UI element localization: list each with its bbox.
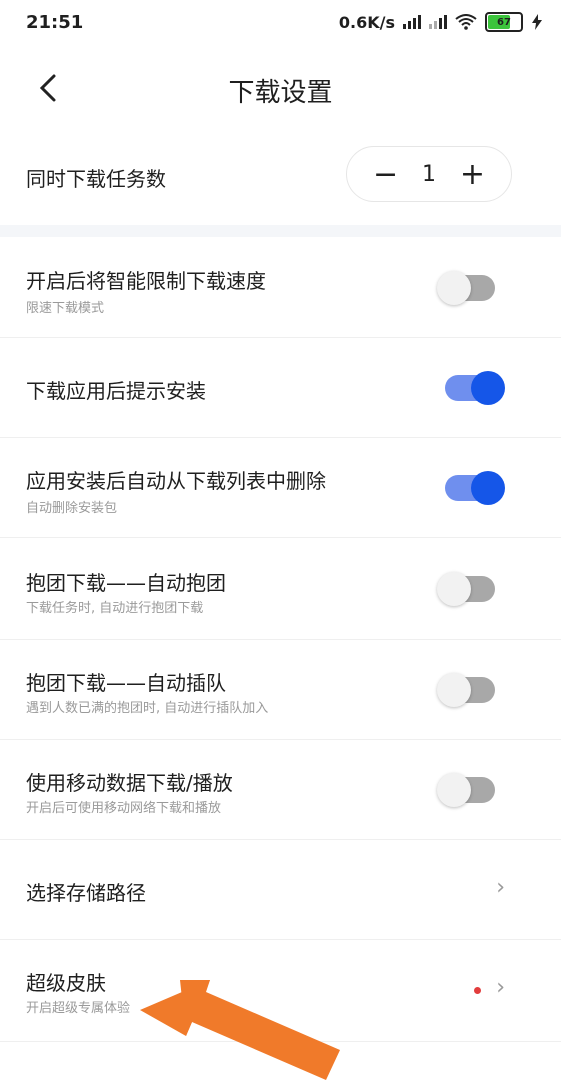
chevron-right-icon: › xyxy=(496,875,505,900)
annotation-arrow-icon xyxy=(140,980,340,1080)
setting-speed-limit[interactable]: 开启后将智能限制下载速度 限速下载模式 xyxy=(0,237,561,338)
status-bar: 21:51 0.6K/s 67 xyxy=(0,0,561,48)
task-count-label: 同时下载任务数 xyxy=(26,167,166,191)
setting-sublabel: 限速下载模式 xyxy=(26,301,105,316)
section-divider xyxy=(0,225,561,237)
setting-group-download[interactable]: 抱团下载——自动抱团 下载任务时, 自动进行抱团下载 xyxy=(0,537,561,640)
new-badge-dot xyxy=(474,987,481,994)
setting-label: 下载应用后提示安装 xyxy=(26,379,206,403)
mobile-data-toggle[interactable] xyxy=(437,773,495,807)
setting-group-queue[interactable]: 抱团下载——自动插队 遇到人数已满的抱团时, 自动进行插队加入 xyxy=(0,639,561,740)
status-time: 21:51 xyxy=(26,12,84,33)
task-count-stepper: − 1 + xyxy=(346,146,512,202)
wifi-icon xyxy=(455,14,477,30)
setting-label: 超级皮肤 xyxy=(26,971,106,995)
storage-path-item[interactable]: 选择存储路径 › xyxy=(0,839,561,940)
setting-sublabel: 遇到人数已满的抱团时, 自动进行插队加入 xyxy=(26,701,269,716)
setting-label: 使用移动数据下载/播放 xyxy=(26,771,233,795)
network-speed: 0.6K/s xyxy=(338,12,395,32)
auto-delete-toggle[interactable] xyxy=(445,471,505,505)
group-queue-toggle[interactable] xyxy=(437,673,495,707)
install-prompt-toggle[interactable] xyxy=(445,371,505,405)
setting-sublabel: 自动删除安装包 xyxy=(26,501,118,516)
setting-label: 选择存储路径 xyxy=(26,881,146,905)
setting-auto-delete[interactable]: 应用安装后自动从下载列表中删除 自动删除安装包 xyxy=(0,437,561,538)
speed-limit-toggle[interactable] xyxy=(437,271,495,305)
page-title: 下载设置 xyxy=(228,78,333,108)
decrement-button[interactable]: − xyxy=(373,157,398,192)
setting-install-prompt[interactable]: 下载应用后提示安装 xyxy=(0,337,561,438)
setting-label: 开启后将智能限制下载速度 xyxy=(26,269,266,293)
signal-icon xyxy=(403,15,421,29)
increment-button[interactable]: + xyxy=(460,157,485,192)
chevron-right-icon: › xyxy=(496,975,505,1000)
signal-icon-2 xyxy=(429,15,447,29)
setting-sublabel: 下载任务时, 自动进行抱团下载 xyxy=(26,601,204,616)
charging-icon xyxy=(532,14,542,30)
task-count-value: 1 xyxy=(422,161,436,187)
setting-sublabel: 开启超级专属体验 xyxy=(26,1001,131,1016)
setting-mobile-data[interactable]: 使用移动数据下载/播放 开启后可使用移动网络下载和播放 xyxy=(0,739,561,840)
setting-label: 应用安装后自动从下载列表中删除 xyxy=(26,469,326,493)
setting-label: 抱团下载——自动插队 xyxy=(26,671,226,695)
setting-sublabel: 开启后可使用移动网络下载和播放 xyxy=(26,801,222,816)
status-icons: 0.6K/s 67 xyxy=(339,12,543,32)
group-download-toggle[interactable] xyxy=(437,572,495,606)
setting-label: 抱团下载——自动抱团 xyxy=(26,571,226,595)
header: 下载设置 xyxy=(0,58,561,118)
battery-icon: 67 xyxy=(485,12,523,32)
